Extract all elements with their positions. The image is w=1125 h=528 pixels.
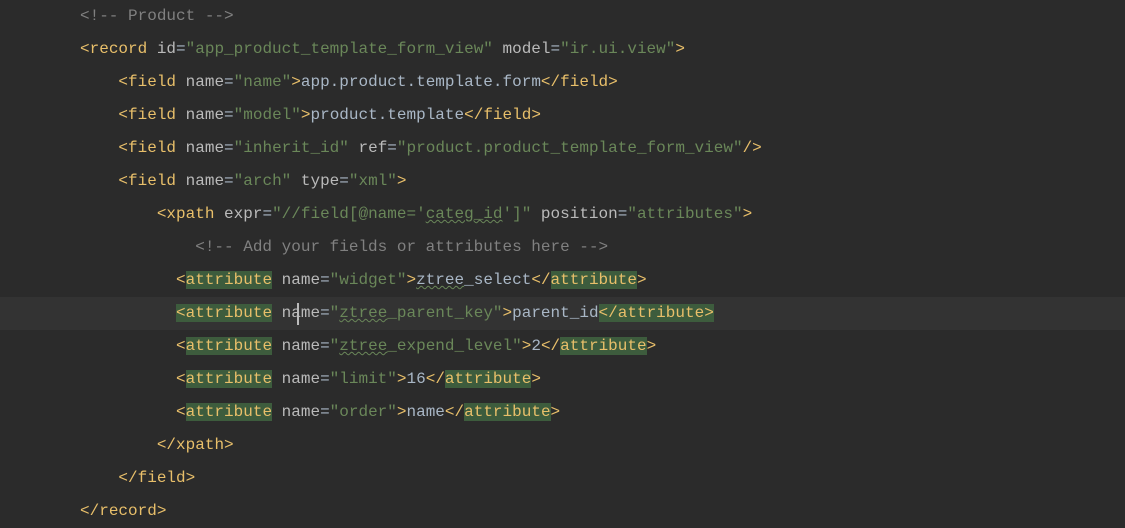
code-line[interactable]: </xpath> (80, 429, 1125, 462)
xml-comment: <!-- Add your fields or attributes here … (195, 238, 608, 256)
code-line[interactable]: <xpath expr="//field[@name='categ_id']" … (80, 198, 1125, 231)
code-line[interactable]: <attribute name="widget">ztree_select</a… (80, 264, 1125, 297)
code-line[interactable]: <attribute name="limit">16</attribute> (80, 363, 1125, 396)
tag-xpath: xpath (166, 205, 214, 223)
code-line[interactable]: </field> (80, 462, 1125, 495)
tag-attribute: attribute (186, 271, 272, 289)
tag-attribute: attribute (186, 370, 272, 388)
tag-field: field (128, 73, 176, 91)
tag-attribute: attribute (186, 304, 272, 322)
code-line[interactable]: <!-- Product --> (80, 0, 1125, 33)
code-line[interactable]: <!-- Add your fields or attributes here … (80, 231, 1125, 264)
code-line[interactable]: </record> (80, 495, 1125, 528)
code-line[interactable]: <field name="arch" type="xml"> (80, 165, 1125, 198)
xml-comment: <!-- Product --> (80, 7, 234, 25)
tag-record: record (90, 40, 148, 58)
code-line[interactable]: <attribute name="ztree_expend_level">2</… (80, 330, 1125, 363)
text-cursor (297, 303, 299, 325)
code-line[interactable]: <attribute name="ztree_parent_key">paren… (80, 297, 1125, 330)
code-line[interactable]: <field name="inherit_id" ref="product.pr… (80, 132, 1125, 165)
code-line[interactable]: <record id="app_product_template_form_vi… (80, 33, 1125, 66)
tag-attribute: attribute (186, 403, 272, 421)
code-editor[interactable]: <!-- Product --> <record id="app_product… (0, 0, 1125, 528)
code-line[interactable]: <field name="model">product.template</fi… (80, 99, 1125, 132)
code-line[interactable]: <attribute name="order">name</attribute> (80, 396, 1125, 429)
tag-attribute: attribute (186, 337, 272, 355)
code-line[interactable]: <field name="name">app.product.template.… (80, 66, 1125, 99)
